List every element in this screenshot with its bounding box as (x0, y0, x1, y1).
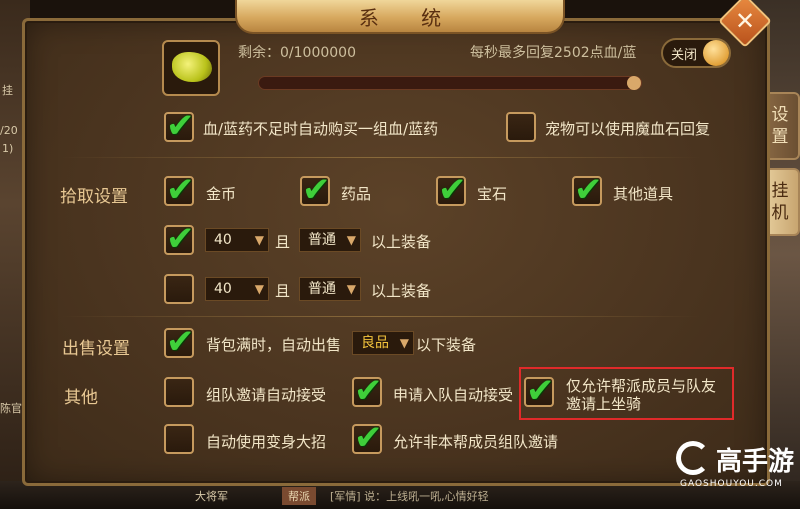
title-plate: 系 统 (235, 0, 565, 34)
auto-transform-checkbox[interactable] (164, 424, 194, 454)
pickup-other-checkbox[interactable] (572, 170, 603, 210)
auto-accept-join-checkbox[interactable] (352, 371, 383, 411)
divider (60, 316, 700, 317)
highlight-box (519, 367, 734, 420)
auto-sell-checkbox[interactable] (164, 322, 195, 362)
sell-suffix: 以下装备 (416, 336, 477, 354)
chevron-down-icon: ▼ (346, 282, 356, 296)
pickup-other-label: 其他道具 (613, 185, 674, 203)
sell-quality-select[interactable]: 良品 ▼ (352, 331, 414, 355)
level-value: 40 (214, 232, 232, 248)
and-label: 且 (275, 233, 291, 251)
chevron-down-icon: ▼ (254, 282, 264, 296)
bar-knob (627, 76, 641, 90)
non-guild-invite-label: 允许非本帮成员组队邀请 (393, 433, 559, 451)
chevron-down-icon: ▼ (399, 336, 409, 350)
tab-settings-label: 设置 (771, 105, 789, 147)
quality-value: 普通 (308, 281, 336, 297)
and-label: 且 (275, 282, 291, 300)
auto-accept-team-checkbox[interactable] (164, 377, 194, 407)
chevron-down-icon: ▼ (346, 233, 356, 247)
pickup-gold-label: 金币 (206, 185, 237, 203)
pickup-gold-checkbox[interactable] (164, 170, 195, 210)
pickup-potion-checkbox[interactable] (300, 170, 331, 210)
scene-player-name: 大将军 (195, 490, 228, 503)
auto-buy-checkbox[interactable] (164, 106, 195, 146)
watermark-url: GAOSHOUYOU.COM (680, 479, 783, 489)
quality-select-1[interactable]: 普通 ▼ (299, 228, 361, 252)
divider (60, 157, 700, 158)
scene-text: /20 (0, 124, 18, 137)
level-value: 40 (214, 281, 232, 297)
pickup-equip-checkbox-2[interactable] (164, 274, 194, 304)
auto-buy-label: 血/蓝药不足时自动购买一组血/蓝药 (203, 120, 439, 138)
sell-quality-value: 良品 (361, 335, 389, 351)
pickup-potion-label: 药品 (341, 185, 372, 203)
level-select-1[interactable]: 40 ▼ (205, 228, 269, 252)
close-icon: ✕ (734, 6, 756, 35)
scene-text: 1) (2, 142, 14, 155)
chevron-down-icon: ▼ (254, 233, 264, 247)
scene-guild-tag: 帮派 (282, 487, 316, 505)
tab-auto-play-label: 挂机 (771, 181, 789, 223)
potion-item-slot[interactable] (162, 40, 220, 96)
equip-suffix: 以上装备 (371, 233, 432, 251)
regen-info: 每秒最多回复2502点血/蓝 (470, 45, 637, 61)
sell-section-title: 出售设置 (62, 339, 130, 359)
auto-sell-label: 背包满时，自动出售 (206, 336, 342, 354)
regen-toggle[interactable]: 关闭 (661, 38, 731, 68)
toggle-knob (703, 40, 729, 66)
non-guild-invite-checkbox[interactable] (352, 418, 383, 458)
pickup-section-title: 拾取设置 (60, 187, 128, 207)
remaining-bar (258, 76, 642, 90)
watermark-logo: 高手游 GAOSHOUYOU.COM (676, 441, 800, 503)
equip-suffix: 以上装备 (371, 282, 432, 300)
scene-chat: [军情] 说：上线吼一吼,心情好轻 (330, 490, 489, 503)
toggle-label: 关闭 (671, 48, 698, 63)
pickup-gem-label: 宝石 (477, 185, 508, 203)
blood-stone-icon (172, 52, 212, 82)
scene-text: 陈官 (0, 402, 22, 415)
pickup-gem-checkbox[interactable] (436, 170, 467, 210)
pickup-equip-checkbox-1[interactable] (164, 219, 195, 259)
watermark-brand: 高手游 (716, 447, 795, 477)
quality-value: 普通 (308, 232, 336, 248)
level-select-2[interactable]: 40 ▼ (205, 277, 269, 301)
auto-transform-label: 自动使用变身大招 (206, 433, 327, 451)
window-title: 系 统 (358, 5, 460, 30)
pet-stone-label: 宠物可以使用魔血石回复 (545, 120, 711, 138)
scene-text: 挂 (2, 84, 13, 97)
auto-accept-join-label: 申请入队自动接受 (393, 386, 514, 404)
auto-accept-team-label: 组队邀请自动接受 (206, 386, 327, 404)
remaining-text: 剩余：0/1000000 (238, 45, 356, 61)
pet-stone-checkbox[interactable] (506, 112, 536, 142)
quality-select-2[interactable]: 普通 ▼ (299, 277, 361, 301)
g-logo-icon (676, 441, 710, 475)
other-section-title: 其他 (64, 388, 98, 408)
